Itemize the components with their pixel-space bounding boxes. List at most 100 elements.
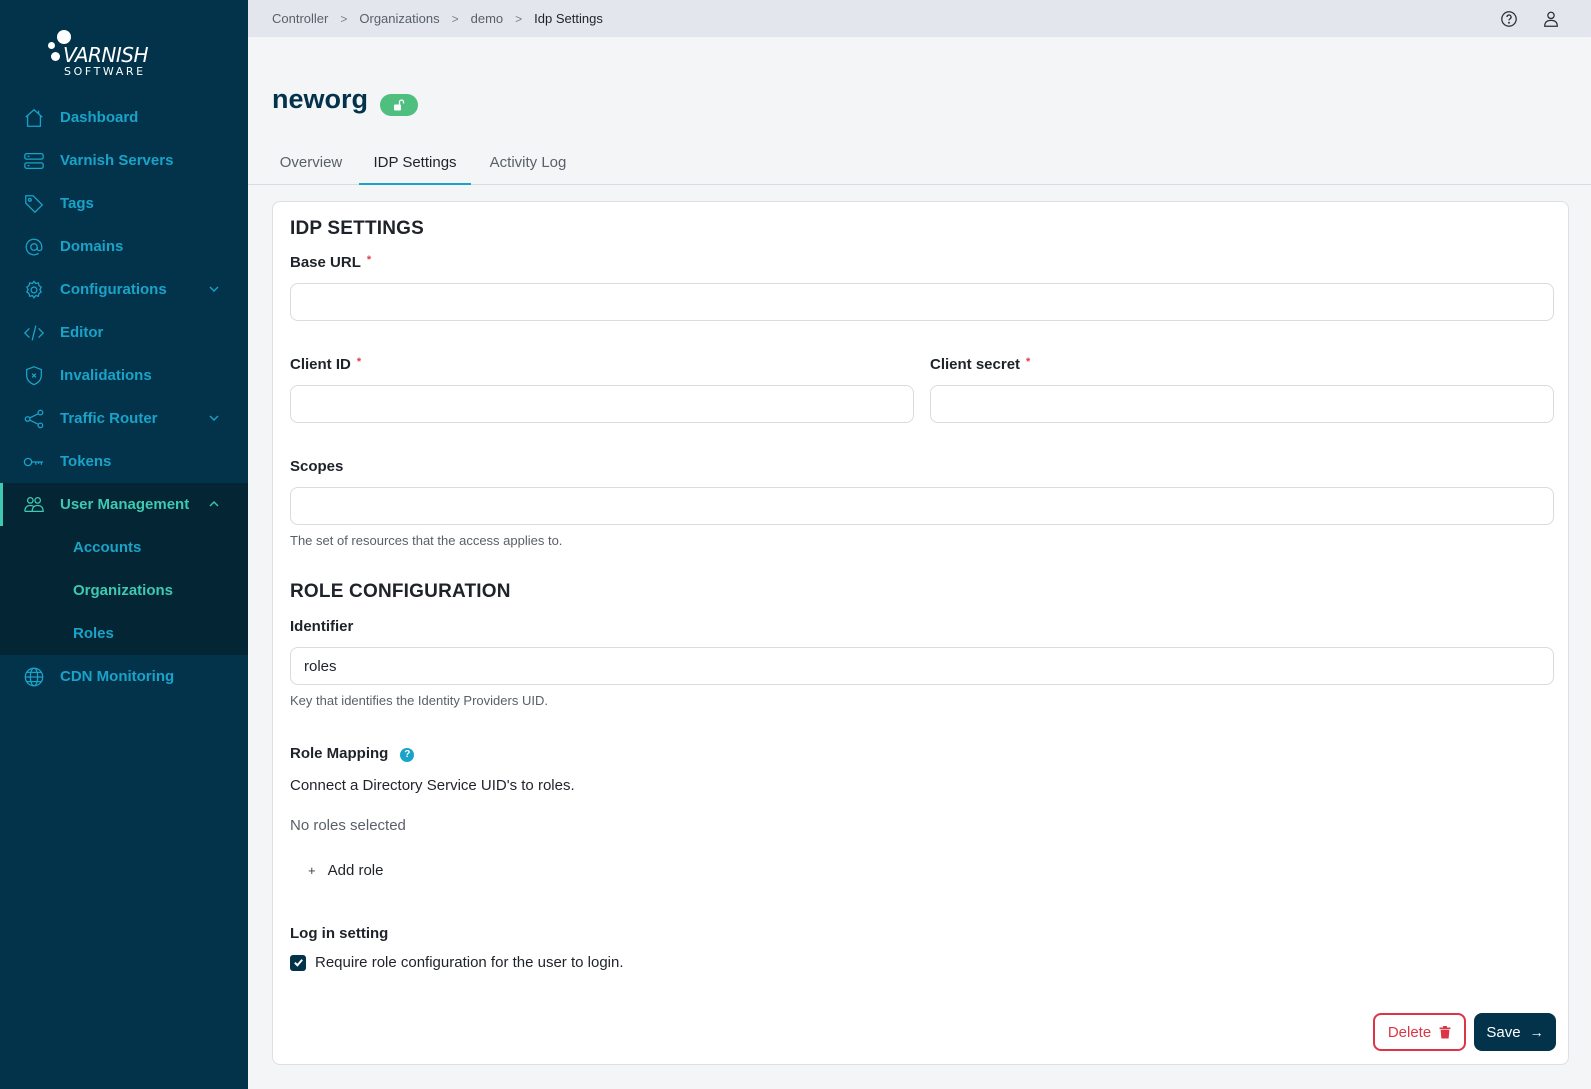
- role-mapping-label-text: Role Mapping: [290, 745, 389, 762]
- users-icon: [22, 493, 46, 517]
- user-management-group: User Management Accounts Organizations R…: [0, 483, 248, 655]
- sidebar-item-label: Editor: [60, 324, 104, 341]
- identifier-label: Identifier: [290, 618, 354, 635]
- sidebar-item-label: Tokens: [60, 453, 112, 470]
- client-id-input[interactable]: [290, 385, 914, 423]
- scopes-label: Scopes: [290, 458, 344, 475]
- varnish-logo[interactable]: VARNISH SOFTWARE: [46, 28, 156, 78]
- idp-settings-card: IDP SETTINGS Base URL * Client ID * Client…: [272, 201, 1569, 1065]
- logo-tagline: SOFTWARE: [64, 65, 146, 78]
- scopes-input[interactable]: [290, 487, 1554, 525]
- chevron-right-icon: >: [340, 11, 348, 26]
- sidebar-nav: Dashboard Varnish Servers Tags Domains C…: [0, 96, 248, 698]
- save-label: Save: [1486, 1023, 1521, 1041]
- breadcrumb-controller[interactable]: Controller: [272, 11, 328, 26]
- login-setting-label: Log in setting: [290, 925, 389, 942]
- tag-icon: [22, 192, 46, 216]
- sidebar-subitem-organizations[interactable]: Organizations: [0, 569, 248, 612]
- help-circle-icon[interactable]: [1499, 9, 1519, 29]
- share-icon: [22, 407, 46, 431]
- sidebar-item-editor[interactable]: Editor: [0, 311, 248, 354]
- plus-icon: +: [308, 863, 316, 878]
- topbar: Controller > Organizations > demo > Idp …: [248, 0, 1591, 37]
- globe-icon: [22, 665, 46, 689]
- logo-dot: [51, 52, 60, 61]
- save-button[interactable]: Save →: [1474, 1013, 1556, 1051]
- arrow-right-icon: →: [1529, 1024, 1544, 1040]
- sidebar-item-configurations[interactable]: Configurations: [0, 268, 248, 311]
- sidebar-item-domains[interactable]: Domains: [0, 225, 248, 268]
- scopes-hint: The set of resources that the access app…: [290, 533, 563, 548]
- require-role-checkbox-label: Require role configuration for the user …: [315, 954, 624, 971]
- tab-bar: Overview IDP Settings Activity Log: [248, 148, 1591, 185]
- sidebar-item-invalidations[interactable]: Invalidations: [0, 354, 248, 397]
- sidebar-subitem-roles[interactable]: Roles: [0, 612, 248, 655]
- required-marker: *: [1026, 356, 1031, 368]
- chevron-down-icon: [208, 411, 220, 423]
- client-secret-label-text: Client secret: [930, 356, 1021, 373]
- sidebar-item-tags[interactable]: Tags: [0, 182, 248, 225]
- client-id-label: Client ID *: [290, 356, 361, 373]
- shield-x-icon: [22, 364, 46, 388]
- client-id-label-text: Client ID: [290, 356, 351, 373]
- sidebar-item-tokens[interactable]: Tokens: [0, 440, 248, 483]
- help-icon[interactable]: ?: [400, 747, 415, 762]
- identifier-hint: Key that identifies the Identity Provide…: [290, 693, 548, 708]
- gear-icon: [22, 278, 46, 302]
- sidebar-item-label: Invalidations: [60, 367, 152, 384]
- delete-label: Delete: [1387, 1023, 1432, 1041]
- trash-icon: [1439, 1025, 1451, 1038]
- sidebar-item-label: Domains: [60, 238, 124, 255]
- breadcrumb-current: Idp Settings: [534, 11, 603, 26]
- chevron-right-icon: >: [515, 11, 523, 26]
- sidebar-item-dashboard[interactable]: Dashboard: [0, 96, 248, 139]
- key-icon: [22, 450, 46, 474]
- sidebar-item-traffic-router[interactable]: Traffic Router: [0, 397, 248, 440]
- home-icon: [22, 106, 46, 130]
- lock-status-badge[interactable]: [380, 94, 418, 116]
- required-marker: *: [356, 356, 362, 368]
- check-icon: [293, 959, 303, 967]
- tab-overview[interactable]: Overview: [272, 148, 350, 185]
- sidebar-item-varnish-servers[interactable]: Varnish Servers: [0, 139, 248, 182]
- base-url-label: Base URL *: [290, 254, 371, 271]
- sidebar-item-label: Tags: [60, 195, 94, 212]
- page-title: neworg: [272, 84, 369, 114]
- tab-idp-settings[interactable]: IDP Settings: [359, 148, 471, 185]
- servers-icon: [22, 149, 46, 173]
- delete-button[interactable]: Delete: [1373, 1013, 1466, 1051]
- base-url-label-text: Base URL: [290, 254, 361, 271]
- client-secret-input[interactable]: [930, 385, 1554, 423]
- base-url-input[interactable]: [290, 283, 1554, 321]
- sidebar-item-label: Traffic Router: [60, 410, 158, 427]
- breadcrumb-organizations[interactable]: Organizations: [359, 11, 439, 26]
- code-icon: [22, 321, 46, 345]
- sidebar-item-label: User Management: [60, 496, 190, 513]
- tab-activity-log[interactable]: Activity Log: [480, 148, 576, 185]
- chevron-right-icon: >: [451, 11, 459, 26]
- require-role-checkbox-row[interactable]: Require role configuration for the user …: [290, 954, 624, 971]
- topbar-actions: [1499, 9, 1561, 29]
- logo-dot: [57, 30, 71, 44]
- chevron-up-icon: [208, 497, 220, 509]
- logo-wordmark: VARNISH: [63, 43, 149, 67]
- unlock-icon: [394, 99, 405, 111]
- add-role-button[interactable]: + Add role: [308, 862, 383, 879]
- sidebar-item-label: Configurations: [60, 281, 167, 298]
- sidebar: VARNISH SOFTWARE Dashboard Varnish Serve…: [0, 0, 248, 1089]
- chevron-down-icon: [208, 282, 220, 294]
- sidebar-item-label: CDN Monitoring: [60, 668, 175, 685]
- sidebar-item-label: Dashboard: [60, 109, 139, 126]
- sidebar-item-cdn-monitoring[interactable]: CDN Monitoring: [0, 655, 248, 698]
- identifier-input[interactable]: [290, 647, 1554, 685]
- role-mapping-label: Role Mapping?: [290, 745, 415, 762]
- sidebar-item-user-management[interactable]: User Management: [0, 483, 248, 526]
- require-role-checkbox[interactable]: [290, 954, 306, 971]
- no-roles-text: No roles selected: [290, 817, 406, 834]
- logo-dot: [48, 42, 55, 49]
- breadcrumb: Controller > Organizations > demo > Idp …: [272, 11, 603, 26]
- user-icon[interactable]: [1541, 9, 1561, 29]
- breadcrumb-demo[interactable]: demo: [471, 11, 504, 26]
- sidebar-item-label: Varnish Servers: [60, 152, 174, 169]
- sidebar-subitem-accounts[interactable]: Accounts: [0, 526, 248, 569]
